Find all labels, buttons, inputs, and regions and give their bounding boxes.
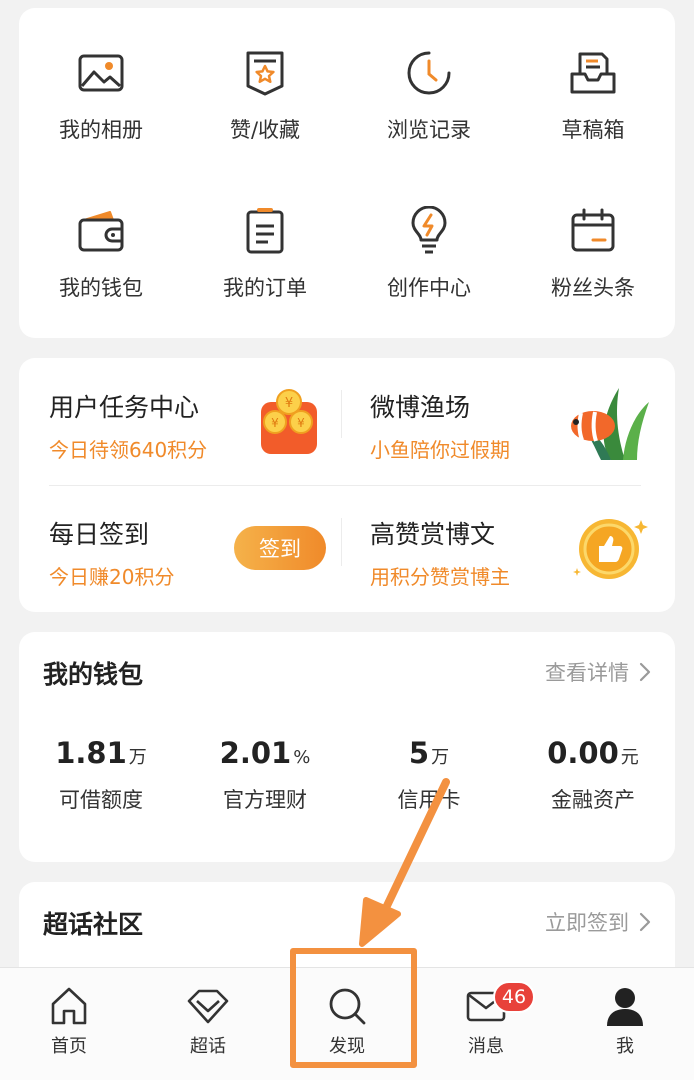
stat-wealth-management[interactable]: 2.01% 官方理财 (183, 736, 347, 814)
divider (341, 518, 342, 566)
svg-text:¥: ¥ (271, 416, 279, 430)
stat-unit: 万 (431, 747, 450, 768)
wallet-title: 我的钱包 (43, 660, 144, 689)
user-task-center[interactable]: 用户任务中心 今日待领640积分 (49, 388, 207, 463)
creator-center-icon (411, 206, 447, 254)
annotation-highlight-box (290, 948, 417, 1068)
nav-me[interactable]: 我 (556, 968, 694, 1080)
stat-value: 0.00 (547, 736, 619, 770)
nav-super-topic[interactable]: 超话 (139, 968, 277, 1080)
profile-icon (607, 988, 643, 1026)
stat-unit: 元 (620, 747, 639, 768)
wallet-icon (78, 211, 124, 252)
stat-value: 5 (408, 736, 430, 770)
chevron-right-icon (639, 662, 651, 682)
nav-label: 首页 (51, 1036, 87, 1057)
like-favorite-icon (246, 51, 284, 96)
high-reward-posts[interactable]: 高赞赏博文 用积分赞赏博主 (370, 515, 510, 590)
wallet-details-link[interactable]: 查看详情 (545, 657, 651, 687)
stat-value: 1.81 (55, 736, 127, 770)
stat-label: 官方理财 (223, 788, 307, 812)
grid-item-creator-center[interactable]: 创作中心 (347, 166, 511, 316)
task-subtitle: 今日赚20积分 (49, 565, 175, 589)
grid-item-wallet[interactable]: 我的钱包 (19, 166, 183, 316)
topic-checkin-label: 立即签到 (545, 911, 629, 935)
stat-unit: % (293, 747, 311, 768)
grid-item-label: 草稿箱 (561, 118, 625, 142)
stat-value: 2.01 (219, 736, 292, 770)
grid-item-drafts[interactable]: 草稿箱 (511, 8, 675, 158)
fish-icon (571, 388, 649, 460)
shortcut-grid-card: 我的相册 赞/收藏 浏览记录 草稿箱 我的钱包 我的订单 创作中心 粉丝头条 (19, 8, 675, 338)
grid-item-label: 我的钱包 (59, 276, 143, 300)
history-icon (407, 51, 451, 95)
diamond-icon (187, 989, 229, 1024)
svg-text:¥: ¥ (297, 416, 305, 430)
wallet-details-label: 查看详情 (545, 661, 629, 685)
grid-item-history[interactable]: 浏览记录 (347, 8, 511, 158)
divider (341, 390, 342, 438)
checkin-button[interactable]: 签到 (234, 526, 326, 570)
divider (49, 485, 641, 486)
photo-album-icon (78, 54, 124, 92)
tasks-card: 用户任务中心 今日待领640积分 ¥ ¥ ¥ 微博渔场 小鱼陪你过假期 每日签到… (19, 358, 675, 612)
task-subtitle: 今日待领640积分 (49, 438, 208, 462)
wallet-card: 我的钱包 查看详情 1.81 万 可借额度 2.01% 官方理财 5万 信用卡 0… (19, 632, 675, 862)
topic-title: 超话社区 (43, 910, 144, 939)
grid-item-orders[interactable]: 我的订单 (183, 166, 347, 316)
task-title: 微博渔场 (370, 393, 471, 422)
task-title: 高赞赏博文 (370, 520, 496, 549)
task-subtitle: 小鱼陪你过假期 (370, 438, 510, 462)
stat-credit-card[interactable]: 5万 信用卡 (347, 736, 511, 814)
stat-label: 金融资产 (551, 788, 635, 812)
coins-icon: ¥ ¥ ¥ (261, 389, 317, 454)
stat-label: 可借额度 (59, 788, 143, 812)
task-subtitle: 用积分赞赏博主 (370, 565, 510, 589)
stat-label: 信用卡 (397, 788, 461, 812)
fans-headline-icon (571, 208, 615, 252)
nav-label: 超话 (190, 1036, 226, 1057)
grid-item-label: 创作中心 (387, 276, 471, 300)
thumbs-up-coin-icon (573, 519, 648, 579)
orders-icon (246, 208, 284, 254)
topic-checkin-link[interactable]: 立即签到 (545, 907, 651, 937)
grid-item-label: 赞/收藏 (229, 118, 301, 142)
weibo-fishing[interactable]: 微博渔场 小鱼陪你过假期 (370, 388, 510, 463)
nav-messages[interactable]: 消息 46 (417, 968, 555, 1080)
stat-loan-limit[interactable]: 1.81 万 可借额度 (19, 736, 183, 814)
grid-item-label: 我的相册 (59, 118, 143, 142)
chevron-right-icon (639, 912, 651, 932)
stat-financial-assets[interactable]: 0.00 元 金融资产 (511, 736, 675, 814)
nav-home[interactable]: 首页 (0, 968, 138, 1080)
home-icon (51, 987, 87, 1025)
daily-checkin[interactable]: 每日签到 今日赚20积分 (49, 515, 174, 590)
stat-unit: 万 (128, 747, 147, 768)
nav-label: 我 (616, 1036, 634, 1057)
nav-label: 消息 (468, 1036, 504, 1057)
drafts-icon (570, 52, 616, 94)
grid-item-label: 我的订单 (223, 276, 307, 300)
svg-text:¥: ¥ (285, 396, 293, 411)
task-title: 每日签到 (49, 520, 150, 549)
grid-item-label: 粉丝头条 (551, 276, 635, 300)
message-count-badge: 46 (493, 981, 535, 1013)
grid-item-like-favorite[interactable]: 赞/收藏 (183, 8, 347, 158)
task-title: 用户任务中心 (49, 393, 200, 422)
grid-item-photo-album[interactable]: 我的相册 (19, 8, 183, 158)
grid-item-fans-headline[interactable]: 粉丝头条 (511, 166, 675, 316)
grid-item-label: 浏览记录 (387, 118, 471, 142)
